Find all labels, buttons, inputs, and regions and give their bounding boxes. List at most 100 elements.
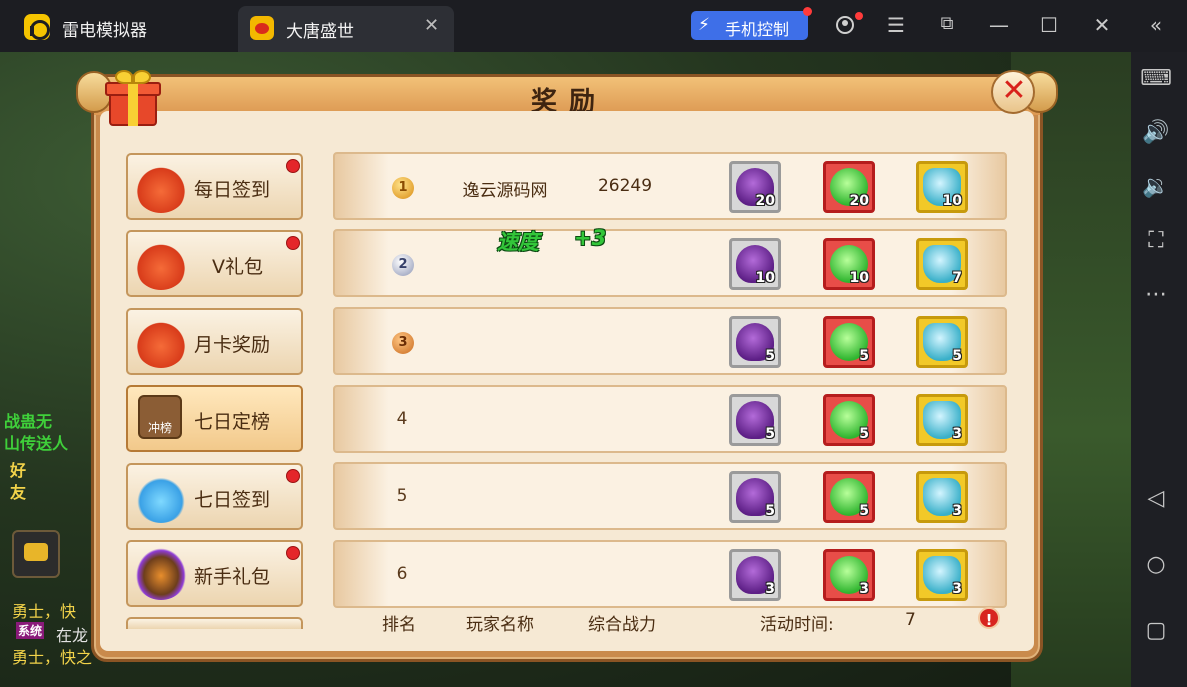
- player-column-header: 玩家名称: [466, 615, 534, 635]
- gold-medal-icon: 1: [392, 177, 414, 199]
- phone-control-button[interactable]: ⚡ 手机控制: [691, 7, 812, 40]
- tab-close-icon[interactable]: ✕: [424, 15, 439, 36]
- green-jade-reward[interactable]: 20: [823, 161, 875, 213]
- game-tab-icon: [250, 16, 274, 40]
- blue-bag-icon: [134, 469, 188, 523]
- silver-medal-icon: 2: [392, 254, 414, 276]
- keyboard-icon[interactable]: ⌨: [1131, 66, 1181, 91]
- emulator-titlebar: 雷电模拟器 大唐盛世 ✕ ⚡ 手机控制 ☰ ⧉ — ☐ ✕ «: [0, 0, 1187, 52]
- nav-label: V礼包: [212, 256, 263, 278]
- game-text: 战蛊无: [4, 412, 53, 431]
- player-name: 逸云源码网: [462, 181, 548, 201]
- nav-v-gift[interactable]: V礼包: [126, 230, 303, 297]
- volume-down-icon[interactable]: 🔉: [1131, 174, 1181, 199]
- green-jade-reward[interactable]: 5: [823, 394, 875, 446]
- tab-game[interactable]: 大唐盛世 ✕: [238, 6, 454, 52]
- purple-zongzi-reward[interactable]: 20: [729, 161, 781, 213]
- game-text: 山传送人: [4, 434, 69, 453]
- combat-power: 26249: [597, 176, 653, 196]
- purple-zongzi-reward[interactable]: 10: [729, 238, 781, 290]
- blue-zongzi-reward[interactable]: 3: [916, 471, 968, 523]
- notification-dot: [803, 7, 812, 16]
- nav-label: 月卡奖励: [194, 334, 271, 356]
- ranking-row: 5 5 5 3: [333, 462, 1007, 530]
- game-text: 好: [10, 461, 27, 480]
- game-text: 友: [10, 483, 27, 502]
- ranking-row: 3 5 5 5: [333, 307, 1007, 375]
- maximize-icon[interactable]: ☐: [1037, 13, 1061, 39]
- chat-line: 勇士，快之: [12, 648, 93, 667]
- nav-monthly-card[interactable]: 月卡奖励: [126, 308, 303, 375]
- account-icon[interactable]: [833, 12, 863, 39]
- chat-line: 在龙: [56, 626, 89, 645]
- nav-newbie-gift[interactable]: 新手礼包: [126, 540, 303, 607]
- pin-window-icon[interactable]: ⧉: [935, 13, 959, 39]
- phone-control-label: 手机控制: [725, 20, 790, 39]
- chat-line: 勇士，快: [12, 602, 77, 621]
- purple-zongzi-reward[interactable]: 5: [729, 471, 781, 523]
- ranking-row: 4 5 5 3: [333, 385, 1007, 453]
- bronze-medal-icon: 3: [392, 332, 414, 354]
- speed-buff-text: 速度: [497, 230, 539, 254]
- green-jade-reward[interactable]: 10: [823, 238, 875, 290]
- menu-icon[interactable]: ☰: [884, 13, 908, 39]
- nav-seven-day-ranking[interactable]: 冲榜 七日定榜: [126, 385, 303, 452]
- green-jade-reward[interactable]: 5: [823, 471, 875, 523]
- red-bag-icon: [134, 314, 188, 368]
- nav-daily-signin[interactable]: 每日签到: [126, 153, 303, 220]
- speed-buff-value: +3: [574, 226, 607, 250]
- power-column-header: 综合战力: [588, 615, 656, 635]
- egg-icon: [134, 546, 188, 600]
- red-bag-icon: [134, 159, 188, 213]
- chat-button[interactable]: [12, 530, 60, 578]
- collapse-sidebar-icon[interactable]: «: [1144, 13, 1168, 39]
- purple-zongzi-reward[interactable]: 3: [729, 549, 781, 601]
- back-icon[interactable]: ◁: [1131, 486, 1181, 511]
- close-window-icon[interactable]: ✕: [1090, 13, 1114, 39]
- gift-box-icon: [103, 70, 163, 130]
- activity-time-value: 7: [905, 610, 916, 630]
- ranking-row: 1 逸云源码网 26249 20 20 10: [333, 152, 1007, 220]
- close-icon: ✕: [1001, 73, 1027, 108]
- red-dot-badge: [286, 159, 300, 173]
- lightning-icon: ⚡: [698, 15, 710, 35]
- nav-label: 每日签到: [194, 179, 271, 201]
- purple-zongzi-reward[interactable]: 5: [729, 316, 781, 368]
- minimize-icon[interactable]: —: [987, 13, 1011, 39]
- purple-zongzi-reward[interactable]: 5: [729, 394, 781, 446]
- volume-up-icon[interactable]: 🔊: [1131, 120, 1181, 145]
- rank-number: 5: [396, 486, 408, 506]
- blue-zongzi-reward[interactable]: 3: [916, 549, 968, 601]
- fullscreen-icon[interactable]: ⛶: [1131, 228, 1181, 253]
- ldplayer-logo-icon: [24, 14, 50, 40]
- green-jade-reward[interactable]: 3: [823, 549, 875, 601]
- more-options-icon[interactable]: ⋯: [1131, 282, 1181, 307]
- blue-zongzi-reward[interactable]: 5: [916, 316, 968, 368]
- red-dot-badge: [286, 546, 300, 560]
- panel-header: 奖励: [76, 71, 1058, 117]
- nav-seven-day-signin[interactable]: 七日签到: [126, 463, 303, 530]
- rank-chest-icon: 冲榜: [138, 395, 182, 439]
- activity-time-label: 活动时间:: [760, 615, 834, 635]
- red-dot-badge: [286, 236, 300, 250]
- nav-label: 七日定榜: [194, 411, 271, 433]
- nav-label: 新手礼包: [194, 566, 271, 588]
- ranking-row: 2 10 10 7: [333, 229, 1007, 297]
- green-jade-reward[interactable]: 5: [823, 316, 875, 368]
- tab-label: 大唐盛世: [286, 22, 354, 42]
- red-bag-icon: [134, 236, 188, 290]
- info-alert-icon[interactable]: !: [978, 607, 1000, 629]
- emulator-sidebar: ⌨ 🔊 🔉 ⛶ ⋯ ◁ ○ ▢: [1131, 52, 1187, 687]
- blue-zongzi-reward[interactable]: 7: [916, 238, 968, 290]
- nav-item-partial[interactable]: [126, 617, 303, 629]
- rank-column-header: 排名: [382, 615, 416, 635]
- rank-number: 6: [396, 564, 408, 584]
- blue-zongzi-reward[interactable]: 3: [916, 394, 968, 446]
- close-panel-button[interactable]: ✕: [991, 70, 1035, 114]
- recent-apps-icon[interactable]: ▢: [1131, 618, 1181, 643]
- blue-zongzi-reward[interactable]: 10: [916, 161, 968, 213]
- system-tag: 系统: [16, 622, 45, 639]
- home-icon[interactable]: ○: [1131, 552, 1181, 577]
- rank-number: 4: [396, 409, 408, 429]
- ranking-row: 6 3 3 3: [333, 540, 1007, 608]
